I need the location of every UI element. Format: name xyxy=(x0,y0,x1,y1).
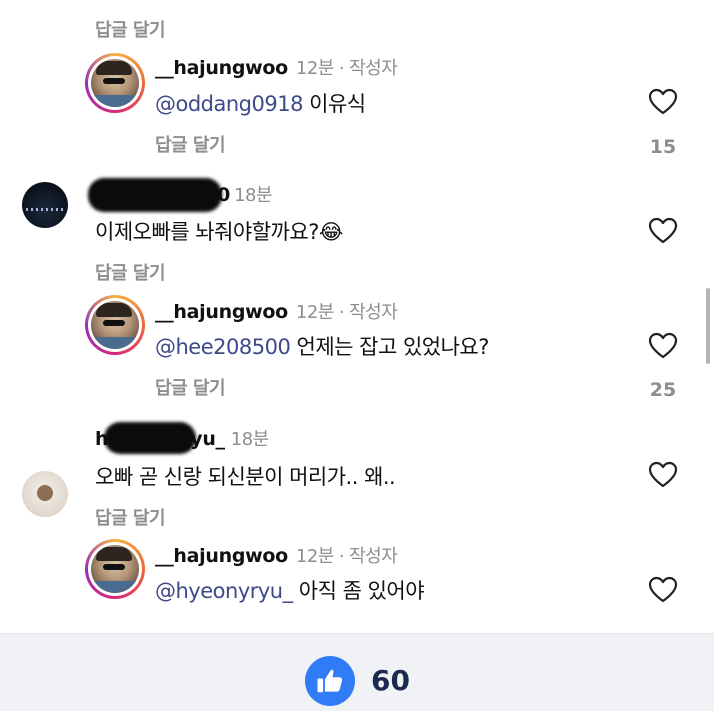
comment-text: 이제오빠를 놔줘야할까요?😂 xyxy=(95,220,343,244)
comment-text: 오빠 곧 신랑 되신분이 머리가.. 왜.. xyxy=(95,465,396,489)
redaction-scribble xyxy=(104,422,196,454)
like-button[interactable] xyxy=(305,656,355,706)
reply-link[interactable]: 답글 달기 xyxy=(155,131,226,157)
reaction-bar xyxy=(0,633,714,711)
like-count: 15 xyxy=(649,136,677,158)
heart-icon[interactable] xyxy=(648,88,678,116)
comment-time: 12분 · 작성자 xyxy=(295,546,398,567)
author-badge: 작성자 xyxy=(349,546,398,567)
avatar[interactable] xyxy=(22,471,68,517)
reply-link[interactable]: 답글 달기 xyxy=(95,259,166,285)
comment-time: 12분 · 작성자 xyxy=(295,302,398,323)
avatar[interactable] xyxy=(85,295,145,355)
mention-link[interactable]: @hyeonyryu_ xyxy=(155,579,293,603)
comment-header: __hajungwoo 12분 · 작성자 xyxy=(155,54,398,80)
reply-link[interactable]: 답글 달기 xyxy=(95,504,166,530)
comment-text: @oddang0918 이유식 xyxy=(155,92,366,116)
username[interactable]: __hajungwoo xyxy=(155,57,288,79)
heart-icon[interactable] xyxy=(648,332,678,360)
reaction-count: 60 xyxy=(371,664,410,697)
scrollbar[interactable] xyxy=(706,288,710,364)
avatar[interactable] xyxy=(85,53,145,113)
reply-link[interactable]: 답글 달기 xyxy=(95,16,166,42)
comment-time: 18분 xyxy=(234,185,273,206)
comment-header: __hajungwoo 12분 · 작성자 xyxy=(155,298,398,324)
comment-text: @hyeonyryu_ 아직 좀 있어야 xyxy=(155,579,425,603)
author-badge: 작성자 xyxy=(349,302,398,323)
author-badge: 작성자 xyxy=(349,58,398,79)
redaction-scribble xyxy=(88,178,222,212)
comment-text: @hee208500 언제는 잡고 있었나요? xyxy=(155,335,489,359)
avatar[interactable] xyxy=(85,539,145,599)
heart-icon[interactable] xyxy=(648,217,678,245)
heart-icon[interactable] xyxy=(648,576,678,604)
avatar[interactable] xyxy=(22,182,68,228)
comment-time: 18분 xyxy=(230,429,269,450)
mention-link[interactable]: @hee208500 xyxy=(155,335,291,359)
reply-link[interactable]: 답글 달기 xyxy=(155,374,226,400)
username[interactable]: __hajungwoo xyxy=(155,545,288,567)
like-count: 25 xyxy=(649,379,677,401)
comment-time: 12분 · 작성자 xyxy=(295,58,398,79)
thumbs-up-icon xyxy=(317,669,343,693)
heart-icon[interactable] xyxy=(648,461,678,489)
username[interactable]: __hajungwoo xyxy=(155,301,288,323)
mention-link[interactable]: @oddang0918 xyxy=(155,92,303,116)
comment-header: __hajungwoo 12분 · 작성자 xyxy=(155,542,398,568)
